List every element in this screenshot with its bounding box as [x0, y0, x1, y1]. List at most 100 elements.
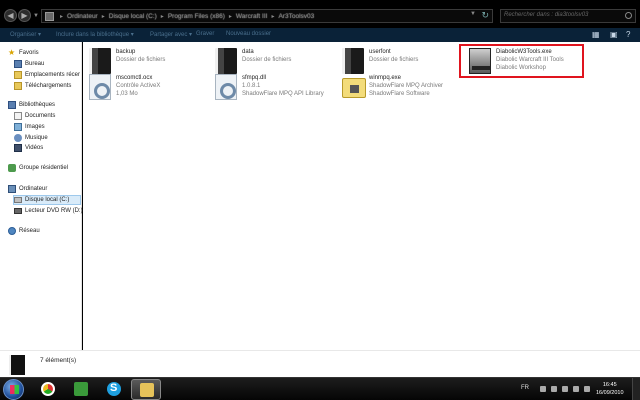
- taskbar-skype[interactable]: [99, 379, 129, 400]
- gear-file-icon: [215, 74, 237, 100]
- address-bar[interactable]: ▸ Ordinateur ▸ Disque local (C:) ▸ Progr…: [41, 9, 493, 23]
- tray-network-icon[interactable]: [562, 386, 568, 392]
- folder-dark-icon: [215, 48, 237, 74]
- file-item[interactable]: mscomctl.ocx Contrôle ActiveX 1,03 Mo: [89, 74, 214, 108]
- computer-icon: [45, 12, 54, 21]
- show-desktop-button[interactable]: [632, 378, 640, 400]
- file-name: sfmpq.dll: [242, 75, 267, 81]
- refresh-icon[interactable]: ↻: [481, 10, 489, 21]
- dvd-drive-icon: [14, 208, 22, 214]
- file-name: backup: [116, 49, 136, 55]
- file-list: backup Dossier de fichiers data Dossier …: [83, 42, 640, 350]
- view-options-icon[interactable]: ▦: [592, 30, 600, 39]
- downloads-icon: [14, 82, 22, 90]
- help-icon[interactable]: ?: [626, 30, 630, 39]
- new-folder-button[interactable]: Nouveau dossier: [226, 31, 271, 37]
- breadcrumb-item[interactable]: Ar3Toolsv03: [278, 13, 314, 20]
- sidebar-item-videos[interactable]: Vidéos: [14, 143, 43, 153]
- music-icon: [14, 134, 22, 142]
- recent-places-icon: [14, 71, 22, 79]
- file-type: Dossier de fichiers: [369, 57, 419, 63]
- file-name: winmpq.exe: [369, 75, 402, 81]
- taskbar-explorer[interactable]: [131, 379, 161, 400]
- skype-icon: [107, 382, 121, 396]
- file-version: 1.0.8.1: [242, 83, 261, 89]
- preview-pane-icon[interactable]: ▣: [610, 30, 618, 39]
- file-description: ShadowFlare MPQ Archiver: [369, 83, 444, 89]
- folder-dark-icon: [89, 48, 111, 74]
- chevron-right-icon[interactable]: ▸: [60, 13, 63, 20]
- file-item[interactable]: sfmpq.dll 1.0.8.1 ShadowFlare MPQ API Li…: [215, 74, 340, 108]
- sidebar-item-label: Favoris: [19, 50, 39, 56]
- breadcrumb-item[interactable]: Warcraft III: [236, 13, 268, 20]
- sidebar-item-label: Téléchargements: [25, 83, 72, 89]
- sidebar-item-computer[interactable]: Ordinateur: [8, 184, 47, 194]
- burn-button[interactable]: Graver: [196, 31, 214, 37]
- language-indicator[interactable]: FR: [521, 385, 529, 391]
- sidebar-item-libraries[interactable]: Bibliothèques: [8, 100, 55, 110]
- breadcrumb-item[interactable]: Ordinateur: [67, 13, 98, 20]
- library-icon: [8, 101, 16, 109]
- sidebar-item-local-disk[interactable]: Disque local (C:): [13, 195, 81, 205]
- documents-icon: [14, 112, 22, 120]
- file-company: ShadowFlare Software: [369, 91, 430, 97]
- videos-icon: [14, 144, 22, 152]
- explorer-icon: [140, 383, 154, 397]
- start-button[interactable]: [3, 379, 24, 400]
- chevron-right-icon[interactable]: ▸: [102, 13, 105, 20]
- messenger-icon: [74, 382, 88, 396]
- sidebar-item-documents[interactable]: Documents: [14, 111, 55, 121]
- highlight-annotation: [459, 44, 584, 78]
- breadcrumb-item[interactable]: Program Files (x86): [168, 13, 225, 20]
- tray-expand-icon[interactable]: [540, 386, 546, 392]
- back-button[interactable]: ◀: [4, 9, 17, 22]
- taskbar-chrome[interactable]: [33, 379, 63, 400]
- sidebar-item-label: Ordinateur: [19, 186, 48, 192]
- command-bar: Organiser ▾ Inclure dans la bibliothèque…: [0, 28, 640, 42]
- organize-button[interactable]: Organiser ▾: [10, 31, 41, 38]
- address-bar-area: ◀ ▶ ▼ ▸ Ordinateur ▸ Disque local (C:) ▸…: [0, 0, 640, 28]
- file-name: mscomctl.ocx: [116, 75, 153, 81]
- include-in-library-button[interactable]: Inclure dans la bibliothèque ▾: [56, 31, 134, 38]
- navigation-pane: ★ Favoris Bureau Emplacements récer Télé…: [0, 42, 83, 350]
- sidebar-item-dvd-drive[interactable]: Lecteur DVD RW (D:): [14, 206, 83, 216]
- taskbar: FR 16:45 16/09/2010: [0, 377, 640, 400]
- file-item[interactable]: winmpq.exe ShadowFlare MPQ Archiver Shad…: [342, 74, 467, 108]
- search-icon[interactable]: [625, 12, 632, 19]
- sidebar-item-music[interactable]: Musique: [14, 133, 48, 143]
- details-pane: 7 élément(s): [0, 350, 640, 377]
- sidebar-item-favorites[interactable]: ★ Favoris: [8, 48, 39, 58]
- file-size: 1,03 Mo: [116, 91, 138, 97]
- chevron-right-icon[interactable]: ▸: [271, 13, 274, 20]
- desktop-icon: [14, 60, 22, 68]
- clock[interactable]: 16:45 16/09/2010: [596, 381, 624, 397]
- breadcrumb: ▸ Ordinateur ▸ Disque local (C:) ▸ Progr…: [56, 10, 314, 22]
- history-dropdown-icon[interactable]: ▼: [33, 13, 39, 19]
- chrome-icon: [41, 382, 55, 396]
- search-input[interactable]: Rechercher dans : dia3toolsv03: [500, 9, 636, 23]
- sidebar-item-label: Groupe résidentiel: [19, 165, 69, 171]
- sidebar-item-desktop[interactable]: Bureau: [14, 59, 44, 69]
- sidebar-item-label: Lecteur DVD RW (D:): [25, 208, 83, 214]
- breadcrumb-item[interactable]: Disque local (C:): [109, 13, 157, 20]
- clock-date: 16/09/2010: [596, 390, 624, 396]
- sidebar-item-downloads[interactable]: Téléchargements: [14, 81, 71, 91]
- chevron-down-icon[interactable]: ▼: [470, 11, 476, 17]
- sidebar-item-network[interactable]: Réseau: [8, 226, 40, 236]
- file-type: Dossier de fichiers: [242, 57, 292, 63]
- chevron-right-icon[interactable]: ▸: [229, 13, 232, 20]
- tray-flag-icon[interactable]: [551, 386, 557, 392]
- file-type: Contrôle ActiveX: [116, 83, 161, 89]
- file-name: data: [242, 49, 254, 55]
- sidebar-item-homegroup[interactable]: Groupe résidentiel: [8, 163, 68, 173]
- file-type: Dossier de fichiers: [116, 57, 166, 63]
- taskbar-messenger[interactable]: [66, 379, 96, 400]
- star-icon: ★: [8, 48, 16, 57]
- share-with-button[interactable]: Partager avec ▾: [150, 31, 192, 38]
- chevron-right-icon[interactable]: ▸: [161, 13, 164, 20]
- tray-app-icon[interactable]: [584, 386, 590, 392]
- forward-button[interactable]: ▶: [18, 9, 31, 22]
- sidebar-item-pictures[interactable]: Images: [14, 122, 45, 132]
- tray-volume-icon[interactable]: [573, 386, 579, 392]
- sidebar-item-recent-places[interactable]: Emplacements récer: [14, 70, 80, 80]
